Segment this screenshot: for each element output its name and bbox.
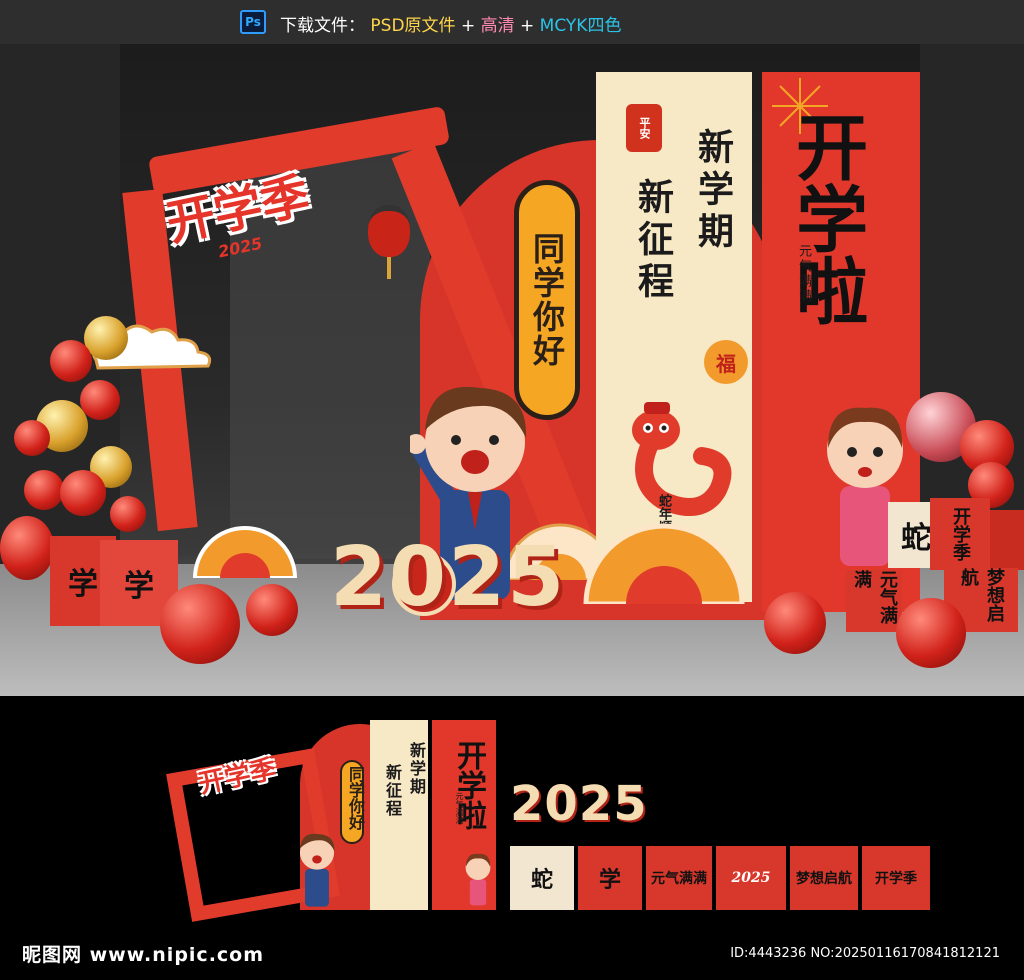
download-info: 下载文件： PSD原文件 + 高清 + MCYK四色	[280, 11, 621, 36]
snake-mascot-icon	[632, 402, 732, 516]
floor-ball	[896, 598, 966, 668]
preview-banner-line-1: 新学期	[407, 742, 426, 796]
balloon	[0, 516, 54, 580]
preview-tile: 元气满满	[646, 846, 712, 910]
plus-sign: +	[520, 16, 535, 36]
cube-box: 元气满满	[846, 570, 902, 632]
balloon	[14, 420, 50, 456]
preview-tile: 蛇	[510, 846, 574, 910]
site-logo[interactable]: 昵图网 www.nipic.com	[22, 940, 264, 967]
cmyk-label: MCYK四色	[539, 16, 622, 36]
cube-box	[990, 510, 1024, 570]
balloon	[60, 470, 106, 516]
cube-box: 开学季	[930, 498, 990, 570]
lantern-tassel	[387, 257, 391, 279]
preview-tile: 学	[578, 846, 642, 910]
preview-tile: 2025	[716, 846, 786, 910]
banner-line-1: 新学期	[692, 128, 733, 254]
preview-boy-character	[299, 833, 335, 907]
download-banner: Ps 下载文件： PSD原文件 + 高清 + MCYK四色	[0, 0, 1024, 44]
image-id: ID:4443236 NO:20250116170841812121	[730, 946, 1000, 961]
preview-main-title: 开学啦	[451, 740, 486, 830]
preview-banner-line-2: 新征程	[383, 764, 402, 818]
banner-line-2: 新征程	[632, 178, 673, 304]
preview-pill-text: 同学你好	[346, 766, 365, 830]
fan-icon	[192, 526, 298, 578]
preview-girl-character	[465, 853, 491, 906]
photoshop-icon: Ps	[240, 10, 266, 34]
balloon	[80, 380, 120, 420]
download-label: 下载文件：	[280, 16, 365, 36]
plus-sign: +	[460, 16, 476, 36]
preview-tile: 梦想启航	[790, 846, 858, 910]
fu-badge: 福	[704, 340, 748, 384]
preview-year: 2025	[510, 776, 648, 832]
floor-ball	[246, 584, 298, 636]
year-display: 2025	[330, 530, 567, 625]
preview-tile: 开学季	[862, 846, 930, 910]
floor-ball	[160, 584, 240, 664]
ping-an-seal: 平安	[626, 104, 662, 152]
preview-main-subtitle: 元气满满	[455, 792, 464, 824]
balloon	[110, 496, 146, 532]
balloon	[50, 340, 92, 382]
psd-label: PSD原文件	[370, 16, 456, 36]
main-subtitle: 元气满满	[796, 244, 811, 304]
floor-ball	[764, 592, 826, 654]
hd-label: 高清	[480, 16, 515, 36]
fan-icon	[583, 523, 745, 604]
lantern-icon	[368, 205, 410, 257]
balloon	[24, 470, 64, 510]
